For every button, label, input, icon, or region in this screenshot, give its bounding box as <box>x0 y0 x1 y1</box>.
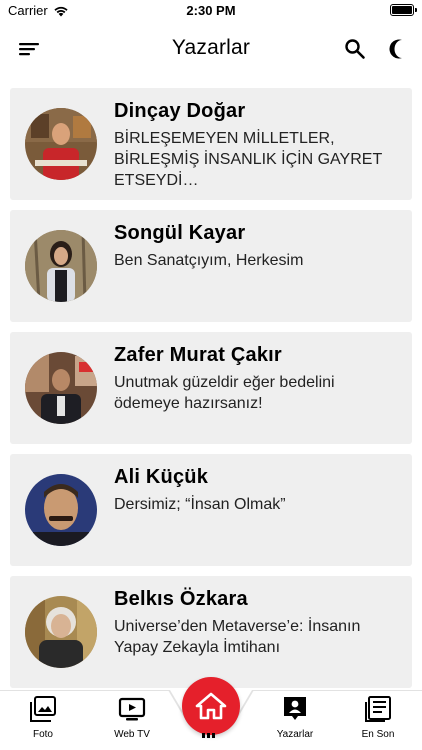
home-indicator-dots <box>202 733 215 738</box>
news-icon <box>365 696 391 722</box>
tab-foto[interactable]: Foto <box>13 695 73 740</box>
author-article-title: Dersimiz; “İnsan Olmak” <box>114 496 286 513</box>
author-name: Dinçay Doğar <box>114 100 246 122</box>
author-card[interactable]: Songül Kayar Ben Sanatçıyım, Herkesim <box>10 210 412 322</box>
author-avatar <box>25 230 97 302</box>
author-list: Dinçay Doğar BİRLEŞEMEYEN MİLLETLER, BİR… <box>10 88 412 698</box>
tab-foto-label: Foto <box>32 729 53 740</box>
author-article-title: Ben Sanatçıyım, Herkesim <box>114 252 304 269</box>
author-article-title: BİRLEŞEMEYEN MİLLETLER, BİRLEŞMİŞ İNSANL… <box>114 130 382 189</box>
dark-mode-button[interactable] <box>386 36 412 62</box>
battery-icon <box>390 4 417 16</box>
status-right <box>390 4 417 16</box>
tab-enson-label: En Son <box>361 729 395 740</box>
status-time: 2:30 PM <box>186 3 236 18</box>
tab-yazarlar-label: Yazarlar <box>276 729 314 740</box>
author-avatar <box>25 474 97 546</box>
author-name: Zafer Murat Çakır <box>114 344 282 366</box>
author-avatar <box>25 108 97 180</box>
author-avatar <box>25 596 97 668</box>
tab-webtv-label: Web TV <box>114 729 150 740</box>
author-card[interactable]: Dinçay Doğar BİRLEŞEMEYEN MİLLETLER, BİR… <box>10 88 412 200</box>
search-icon <box>345 39 365 59</box>
author-card[interactable]: Ali Küçük Dersimiz; “İnsan Olmak” <box>10 454 412 566</box>
status-bar: Carrier 2:30 PM <box>0 0 422 22</box>
search-button[interactable] <box>342 36 368 62</box>
author-name: Belkıs Özkara <box>114 588 248 610</box>
tab-yazarlar[interactable]: Yazarlar <box>265 695 325 740</box>
author-name: Ali Küçük <box>114 466 209 488</box>
author-article-title: Universe’den Metaverse’e: İnsanın Yapay … <box>114 618 361 656</box>
author-article-title: Unutmak güzeldir eğer bedelini ödemeye h… <box>114 374 335 412</box>
moon-icon <box>389 39 402 59</box>
app-screen: Carrier 2:30 PM Yazarlar Dinçay Doğar Bİ… <box>0 0 422 750</box>
tab-enson[interactable]: En Son <box>348 695 408 740</box>
tab-webtv[interactable]: Web TV <box>102 695 162 740</box>
author-icon <box>284 697 306 720</box>
author-avatar <box>25 352 97 424</box>
photo-icon <box>30 696 56 722</box>
tv-icon <box>118 697 146 721</box>
nav-bar: Yazarlar <box>0 22 422 76</box>
author-card[interactable]: Belkıs Özkara Universe’den Metaverse’e: … <box>10 576 412 688</box>
author-card[interactable]: Zafer Murat Çakır Unutmak güzeldir eğer … <box>10 332 412 444</box>
home-button[interactable] <box>182 677 240 735</box>
author-name: Songül Kayar <box>114 222 246 244</box>
home-icon <box>195 692 227 720</box>
